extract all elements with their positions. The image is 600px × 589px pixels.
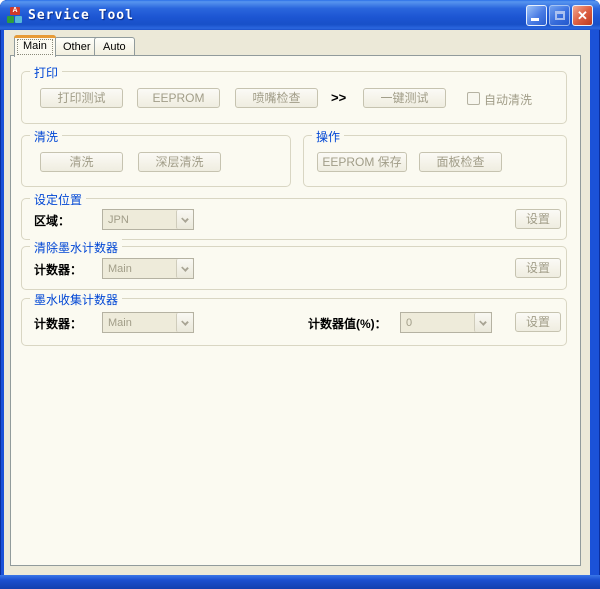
counter-value-label: 计数器值(%)：: [308, 315, 387, 332]
app-icon-green-block: [7, 16, 14, 23]
tab-main[interactable]: Main: [14, 35, 56, 57]
minimize-button[interactable]: [526, 5, 547, 26]
clear-counter-dropdown-value: Main: [103, 259, 176, 278]
counter-value-dropdown[interactable]: 0: [400, 312, 492, 333]
collect-counter-field-label: 计数器：: [34, 315, 82, 332]
client-area: Main Other Auto 打印 打印测试 EEPROM 喷嘴检查 >> 一…: [4, 30, 590, 575]
window-title: Service Tool: [28, 8, 134, 23]
clear-counter-set-button[interactable]: 设置: [515, 258, 561, 278]
app-icon-red-block: A: [10, 7, 20, 15]
collect-counter-dropdown[interactable]: Main: [102, 312, 194, 333]
group-print: 打印 打印测试 EEPROM 喷嘴检查 >> 一键测试 自动清洗: [21, 71, 567, 124]
maximize-icon: [555, 11, 565, 20]
chevron-down-icon[interactable]: [176, 210, 193, 229]
auto-clean-checkbox[interactable]: [467, 92, 480, 105]
tab-auto[interactable]: Auto: [94, 37, 135, 56]
eeprom-button[interactable]: EEPROM: [137, 88, 220, 108]
titlebar[interactable]: A Service Tool ✕: [0, 0, 600, 30]
group-clear-ink-counter-label: 清除墨水计数器: [30, 239, 122, 256]
one-key-test-button[interactable]: 一键测试: [363, 88, 446, 108]
window-controls: ✕: [526, 5, 593, 26]
window-bottom-frame: [0, 575, 600, 589]
collect-counter-set-button[interactable]: 设置: [515, 312, 561, 332]
main-tab-page: 打印 打印测试 EEPROM 喷嘴检查 >> 一键测试 自动清洗 清洗 清洗 深…: [10, 55, 581, 566]
region-set-button[interactable]: 设置: [515, 209, 561, 229]
chevron-down-icon[interactable]: [474, 313, 491, 332]
region-dropdown[interactable]: JPN: [102, 209, 194, 230]
nozzle-check-button[interactable]: 喷嘴检查: [235, 88, 318, 108]
clear-counter-field-label: 计数器：: [34, 261, 82, 278]
tab-auto-label: Auto: [103, 41, 126, 53]
panel-check-button[interactable]: 面板检查: [419, 152, 502, 172]
clear-counter-dropdown[interactable]: Main: [102, 258, 194, 279]
tab-main-label: Main: [23, 40, 47, 52]
eeprom-save-button[interactable]: EEPROM 保存: [317, 152, 407, 172]
chevron-down-icon[interactable]: [176, 313, 193, 332]
collect-counter-dropdown-value: Main: [103, 313, 176, 332]
tab-accent: [14, 35, 56, 38]
group-region: 设定位置 区域： JPN 设置: [21, 198, 567, 240]
counter-value-dropdown-value: 0: [401, 313, 474, 332]
group-ink-collect-counter-label: 墨水收集计数器: [30, 291, 122, 308]
tab-other-label: Other: [63, 41, 91, 53]
region-dropdown-value: JPN: [103, 210, 176, 229]
minimize-icon: [531, 18, 539, 21]
tab-other[interactable]: Other: [54, 37, 100, 56]
close-button[interactable]: ✕: [572, 5, 593, 26]
group-clean-label: 清洗: [30, 128, 62, 145]
app-icon-teal-block: [15, 16, 22, 23]
group-clear-ink-counter: 清除墨水计数器 计数器： Main 设置: [21, 246, 567, 290]
group-ink-collect-counter: 墨水收集计数器 计数器： Main 计数器值(%)： 0 设置: [21, 298, 567, 346]
clean-button[interactable]: 清洗: [40, 152, 123, 172]
group-region-label: 设定位置: [30, 191, 86, 208]
deep-clean-button[interactable]: 深层清洗: [138, 152, 221, 172]
group-operation: 操作 EEPROM 保存 面板检查: [303, 135, 567, 187]
group-clean: 清洗 清洗 深层清洗: [21, 135, 291, 187]
group-operation-label: 操作: [312, 128, 344, 145]
chevron-down-icon[interactable]: [176, 259, 193, 278]
region-field-label: 区域：: [34, 212, 70, 229]
auto-clean-checkbox-label: 自动清洗: [484, 91, 532, 108]
print-test-button[interactable]: 打印测试: [40, 88, 123, 108]
app-icon[interactable]: A: [7, 7, 23, 23]
group-print-label: 打印: [30, 64, 62, 81]
service-tool-window: A Service Tool ✕ Main Other Auto 打印: [0, 0, 600, 589]
maximize-button[interactable]: [549, 5, 570, 26]
arrow-separator: >>: [331, 90, 346, 105]
close-icon: ✕: [573, 6, 592, 25]
